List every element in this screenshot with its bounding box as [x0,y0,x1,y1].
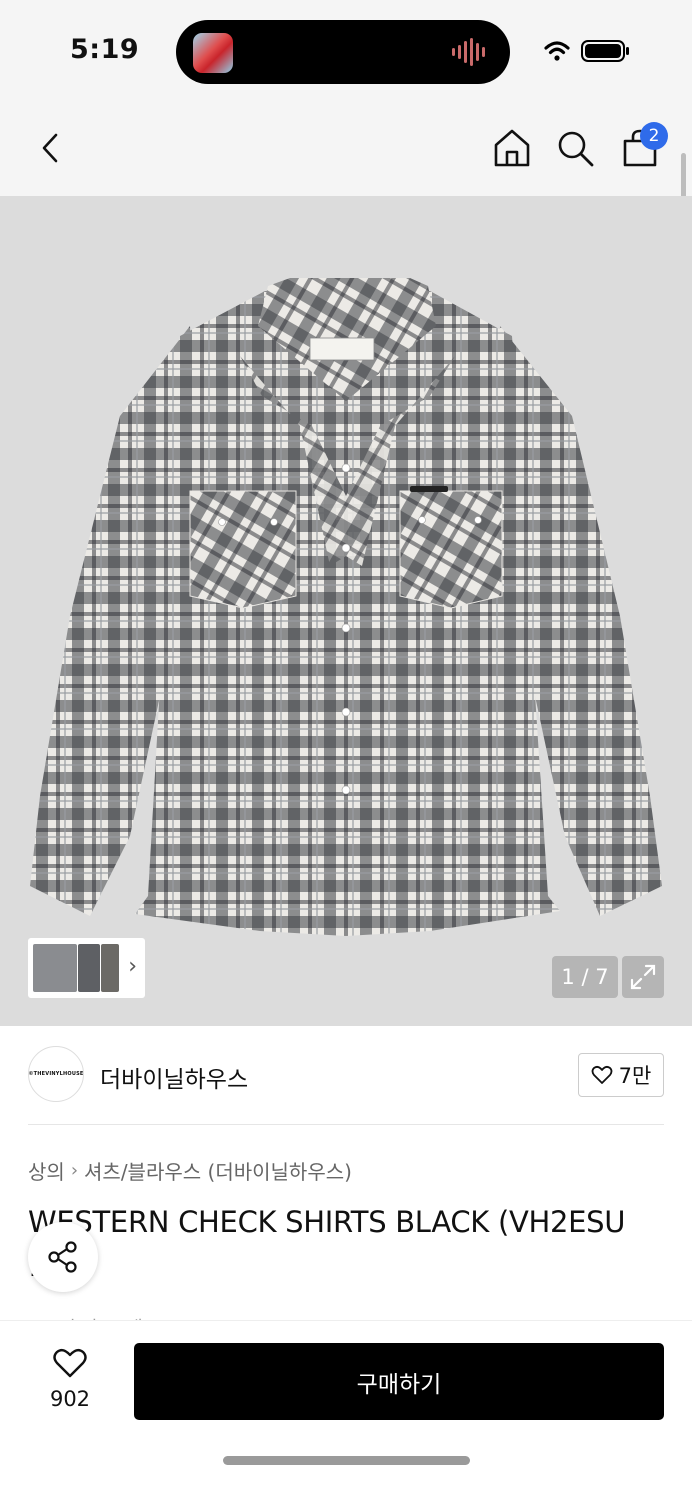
brand-logo-text: ©THEVINYLHOUSE [28,1071,84,1077]
chevron-right-icon[interactable]: › [128,954,137,979]
dynamic-island[interactable] [176,20,510,84]
expand-icon [630,964,656,990]
back-button[interactable] [28,126,72,170]
brand-like-count: 7만 [618,1064,652,1088]
status-bar: 5:19 [0,0,692,100]
brand-like-button[interactable]: 7만 [578,1053,664,1097]
chevron-right-icon: › [70,1160,79,1181]
wifi-icon [544,41,570,61]
search-button[interactable] [553,126,597,170]
breadcrumb: 상의 › 셔츠/블라우스 (더바이닐하우스) [28,1156,352,1185]
heart-icon [591,1065,613,1084]
wishlist-count: 902 [49,1387,91,1411]
product-title: WESTERN CHECK SHIRTS BLACK (VH2ESU 1A) [28,1205,626,1283]
status-time: 5:19 [70,34,140,65]
product-image [30,278,662,936]
top-nav: 2 [0,100,692,196]
thumbnail-image[interactable] [78,944,100,992]
home-icon [494,129,530,167]
brand-logo[interactable]: ©THEVINYLHOUSE [28,1046,84,1102]
breadcrumb-item[interactable]: 셔츠/블라우스 (더바이닐하우스) [84,1156,352,1185]
fullscreen-button[interactable] [622,956,664,998]
brand-name[interactable]: 더바이닐하우스 [100,1060,248,1094]
breadcrumb-item[interactable]: 상의 [28,1156,65,1185]
image-counter: 1 / 7 [552,956,618,998]
system-status-icons [544,40,629,62]
heart-icon [53,1348,87,1378]
cart-button[interactable]: 2 [618,122,668,170]
divider [28,1124,664,1125]
battery-icon [581,40,629,62]
share-icon [48,1241,77,1273]
share-button[interactable] [28,1222,98,1292]
product-image-gallery[interactable]: › 1 / 7 [0,196,692,1026]
search-icon [558,131,594,167]
audio-wave-icon [452,38,485,66]
thumbnail-strip[interactable]: › [28,938,145,998]
wishlist-button[interactable]: 902 [40,1347,100,1417]
home-button[interactable] [490,126,534,170]
brand-row: ©THEVINYLHOUSE 더바이닐하우스 7만 [0,1026,692,1126]
thumbnail-image[interactable] [33,944,77,992]
home-indicator[interactable] [223,1456,470,1465]
now-playing-app-icon [193,33,233,73]
chevron-left-icon [42,133,58,163]
buy-button[interactable]: 구매하기 [134,1343,664,1420]
thumbnail-image[interactable] [101,944,119,992]
bottom-purchase-bar: 902 구매하기 [0,1320,692,1500]
cart-count-badge: 2 [640,122,668,150]
